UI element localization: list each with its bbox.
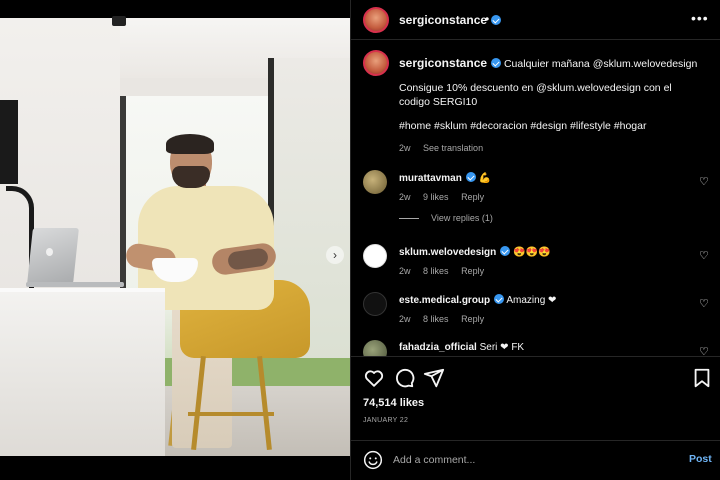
photo-ceiling-light <box>112 16 126 26</box>
caption-avatar[interactable] <box>363 50 389 76</box>
post-details-panel: sergiconstance • ••• sergiconstance Cual… <box>350 0 720 480</box>
caption-text-line1: Cualquier mañana @sklum.welovedesign <box>503 58 698 70</box>
caption-first-line: sergiconstance Cualquier mañana @sklum.w… <box>399 56 699 71</box>
caption-gap <box>399 109 699 119</box>
comment-age: 2w <box>399 192 411 202</box>
header-username-text: sergiconstance <box>399 13 488 27</box>
photo-laptop <box>27 228 79 284</box>
comment-body: este.medical.group Amazing ❤ 2w 8 likes … <box>399 294 689 324</box>
smile-icon[interactable] <box>363 450 383 470</box>
comment-icon[interactable] <box>393 367 415 389</box>
caption-meta: 2w See translation <box>399 141 699 155</box>
comment-body: sklum.welovedesign 😍😍😍 2w 8 likes Reply <box>399 246 689 276</box>
avatar[interactable] <box>363 292 387 316</box>
comment-username[interactable]: este.medical.group <box>399 295 490 306</box>
photo-tv <box>0 100 18 184</box>
comment-meta: 2w 9 likes Reply <box>399 192 689 202</box>
post-actions-bar <box>351 356 720 400</box>
comment-username[interactable]: sklum.welovedesign <box>399 247 496 258</box>
post-caption: sergiconstance Cualquier mañana @sklum.w… <box>399 56 699 155</box>
comment-item: fahadzia_official Seri ❤ FK <box>363 340 713 356</box>
post-photo[interactable]: › <box>0 18 350 456</box>
comment-reply-link[interactable]: Reply <box>461 266 484 276</box>
comment-age: 2w <box>399 266 411 276</box>
caption-username[interactable]: sergiconstance <box>399 56 487 70</box>
comment-input[interactable] <box>393 451 673 469</box>
comment-body: murattavman 💪 2w 9 likes Reply <box>399 172 689 202</box>
comment-likes[interactable]: 8 likes <box>423 314 449 324</box>
add-comment-bar: Post <box>351 440 720 480</box>
photo-counter <box>0 288 165 456</box>
comment-reply-link[interactable]: Reply <box>461 192 484 202</box>
comment-username[interactable]: murattavman <box>399 173 462 184</box>
comment-body: fahadzia_official Seri ❤ FK <box>399 342 689 353</box>
heart-icon[interactable] <box>699 249 709 262</box>
caption-age: 2w <box>399 143 411 153</box>
avatar[interactable] <box>363 244 387 268</box>
share-icon[interactable] <box>423 367 445 389</box>
comment-meta: 2w 8 likes Reply <box>399 266 689 276</box>
post-button[interactable]: Post <box>689 453 712 465</box>
caption-text-line2: Consigue 10% descuento en @sklum.weloved… <box>399 82 672 94</box>
photo-laptop-logo <box>46 248 53 256</box>
photo-laptop-base <box>26 282 124 287</box>
post-header: sergiconstance • ••• <box>351 0 720 40</box>
photo-person-hair <box>166 134 214 154</box>
verified-badge-icon <box>500 246 511 256</box>
comment-text: 😍😍😍 <box>513 247 551 258</box>
see-translation-link[interactable]: See translation <box>423 143 483 153</box>
view-replies-label: View replies (1) <box>431 213 493 223</box>
heart-icon[interactable] <box>699 345 709 356</box>
comment-age: 2w <box>399 314 411 324</box>
comment-likes[interactable]: 8 likes <box>423 266 449 276</box>
heart-icon[interactable] <box>363 367 385 389</box>
more-icon[interactable]: ••• <box>691 10 709 26</box>
photo-stool-ring <box>188 412 274 416</box>
verified-badge-icon <box>491 15 502 25</box>
instagram-post-viewer: › sergiconstance • ••• sergiconstance Cu… <box>0 0 720 480</box>
comment-text: Seri ❤ FK <box>479 342 525 353</box>
comment-text: 💪 <box>478 173 492 184</box>
avatar[interactable] <box>363 340 387 356</box>
comment-reply-link[interactable]: Reply <box>461 314 484 324</box>
verified-badge-icon <box>465 172 476 182</box>
verified-badge-icon <box>491 58 502 68</box>
caption-text-line3: codigo SERGI10 <box>399 96 478 108</box>
view-replies[interactable]: View replies (1) <box>399 213 493 223</box>
likes-count[interactable]: 74,514 likes <box>363 397 424 409</box>
caption-gap <box>399 71 699 81</box>
photo-person-beard <box>172 166 210 188</box>
caption-hashtags[interactable]: #home #sklum #decoracion #design #lifest… <box>399 119 699 133</box>
heart-icon[interactable] <box>699 175 709 188</box>
avatar[interactable] <box>363 170 387 194</box>
header-separator: • <box>485 12 490 26</box>
comment-username[interactable]: fahadzia_official <box>399 342 477 353</box>
comment-meta: 2w 8 likes Reply <box>399 314 689 324</box>
verified-badge-icon <box>494 294 505 304</box>
bookmark-icon[interactable] <box>691 367 713 389</box>
heart-icon[interactable] <box>699 297 709 310</box>
comment-text: Amazing ❤ <box>506 295 557 306</box>
comment-likes[interactable]: 9 likes <box>423 192 449 202</box>
replies-divider <box>399 218 419 220</box>
avatar[interactable] <box>363 7 389 33</box>
post-date: JANUARY 22 <box>363 417 409 424</box>
chevron-right-icon[interactable]: › <box>326 246 344 264</box>
